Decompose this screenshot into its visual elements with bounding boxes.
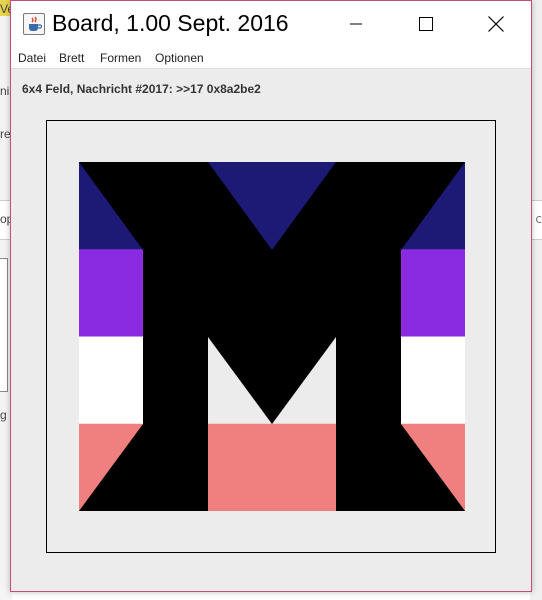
- title-bar[interactable]: Board, 1.00 Sept. 2016: [11, 1, 531, 47]
- java-icon[interactable]: [23, 13, 45, 35]
- maximize-icon: [419, 17, 433, 31]
- menu-formen[interactable]: Formen: [100, 51, 141, 65]
- close-button[interactable]: [461, 1, 531, 47]
- board-cell[interactable]: [207, 423, 273, 511]
- menu-datei[interactable]: Datei: [18, 51, 46, 65]
- board-cell[interactable]: [79, 249, 144, 338]
- background-text: ni: [0, 84, 10, 98]
- board-window: Board, 1.00 Sept. 2016 Datei Brett Forme…: [10, 0, 532, 592]
- status-message: 6x4 Feld, Nachricht #2017: >>17 0x8a2be2: [22, 82, 261, 96]
- board-cell[interactable]: [272, 423, 337, 511]
- window-title: Board, 1.00 Sept. 2016: [52, 10, 289, 36]
- menu-brett[interactable]: Brett: [59, 51, 84, 65]
- minimize-icon: [350, 23, 362, 25]
- board-cell[interactable]: [400, 336, 465, 425]
- background-text: g: [0, 408, 7, 422]
- background-text: c: [535, 212, 542, 226]
- menu-optionen[interactable]: Optionen: [155, 51, 204, 65]
- minimize-button[interactable]: [321, 1, 391, 47]
- close-icon: [488, 16, 504, 32]
- background-panel: [0, 258, 8, 392]
- menu-bar: Datei Brett Formen Optionen: [11, 47, 531, 69]
- board-cell[interactable]: [400, 249, 465, 338]
- board-cell[interactable]: [79, 336, 144, 425]
- maximize-button[interactable]: [391, 1, 461, 47]
- board-canvas[interactable]: [79, 162, 465, 511]
